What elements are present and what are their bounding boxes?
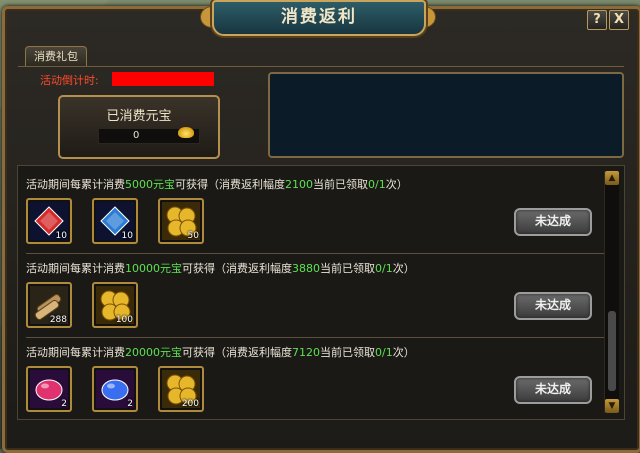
blue-orb-icon[interactable]: 2 bbox=[92, 366, 138, 412]
reward-condition-text: 活动期间每累计消费20000元宝可获得（消费返利幅度7120当前已领取0/1次） bbox=[26, 344, 415, 360]
reward-row: 活动期间每累计消费5000元宝可获得（消费返利幅度2100当前已领取0/1次） 1… bbox=[26, 170, 610, 254]
condition-mid: 可获得（消费返利幅度 bbox=[175, 178, 285, 191]
item-quantity: 2 bbox=[61, 399, 67, 409]
condition-claimed: 0/1 bbox=[375, 346, 393, 359]
scroll-bundle-icon[interactable]: 288 bbox=[26, 282, 72, 328]
item-quantity: 10 bbox=[121, 231, 133, 241]
gold-coins-icon[interactable]: 200 bbox=[158, 366, 204, 412]
condition-suffix: 当前已领取 bbox=[320, 346, 375, 359]
item-quantity: 10 bbox=[55, 231, 67, 241]
blue-gem-icon[interactable]: 10 bbox=[92, 198, 138, 244]
scroll-thumb[interactable] bbox=[608, 311, 616, 391]
condition-rate: 7120 bbox=[292, 346, 320, 359]
condition-claimed: 0/1 bbox=[368, 178, 386, 191]
condition-mid: 可获得（消费返利幅度 bbox=[182, 262, 292, 275]
item-quantity: 2 bbox=[127, 399, 133, 409]
condition-end: 次） bbox=[385, 178, 408, 191]
red-orb-icon[interactable]: 2 bbox=[26, 366, 72, 412]
scroll-up-arrow-icon[interactable]: ▲ bbox=[605, 171, 619, 185]
help-button[interactable]: ? bbox=[587, 10, 607, 30]
countdown-label: 活动倒计时: bbox=[40, 74, 99, 87]
condition-amount: 20000元宝 bbox=[125, 346, 182, 359]
reward-row: 活动期间每累计消费20000元宝可获得（消费返利幅度7120当前已领取0/1次）… bbox=[26, 338, 596, 422]
red-gem-icon[interactable]: 10 bbox=[26, 198, 72, 244]
item-quantity: 50 bbox=[187, 231, 199, 241]
spent-panel: 已消费元宝 0 bbox=[58, 95, 220, 159]
spent-title: 已消费元宝 bbox=[106, 109, 172, 124]
claim-status-button[interactable]: 未达成 bbox=[514, 376, 592, 404]
reward-row: 活动期间每累计消费10000元宝可获得（消费返利幅度3880当前已领取0/1次）… bbox=[26, 254, 610, 338]
condition-amount: 5000元宝 bbox=[125, 178, 175, 191]
spent-value: 0 bbox=[133, 130, 140, 141]
item-quantity: 288 bbox=[49, 315, 67, 325]
reward-list: 活动期间每累计消费5000元宝可获得（消费返利幅度2100当前已领取0/1次） 1… bbox=[17, 165, 625, 420]
countdown-value bbox=[112, 72, 214, 86]
item-quantity: 200 bbox=[181, 399, 199, 409]
condition-mid: 可获得（消费返利幅度 bbox=[182, 346, 292, 359]
scrollbar[interactable]: ▲ ▼ bbox=[604, 171, 619, 413]
condition-end: 次） bbox=[392, 346, 415, 359]
condition-prefix: 活动期间每累计消费 bbox=[26, 346, 125, 359]
gold-ingot-icon bbox=[178, 127, 194, 138]
description-panel bbox=[268, 72, 624, 158]
condition-amount: 10000元宝 bbox=[125, 262, 182, 275]
condition-rate: 2100 bbox=[285, 178, 313, 191]
condition-rate: 3880 bbox=[292, 262, 320, 275]
close-button[interactable]: X bbox=[609, 10, 629, 30]
window-title: 消费返利 bbox=[212, 0, 426, 36]
condition-prefix: 活动期间每累计消费 bbox=[26, 262, 125, 275]
condition-suffix: 当前已领取 bbox=[320, 262, 375, 275]
claim-status-button[interactable]: 未达成 bbox=[514, 208, 592, 236]
condition-claimed: 0/1 bbox=[375, 262, 393, 275]
gold-coins-icon[interactable]: 100 bbox=[92, 282, 138, 328]
tab-consume-gift[interactable]: 消费礼包 bbox=[25, 46, 87, 67]
condition-prefix: 活动期间每累计消费 bbox=[26, 178, 125, 191]
gold-coins-icon[interactable]: 50 bbox=[158, 198, 204, 244]
item-quantity: 100 bbox=[115, 315, 133, 325]
scroll-down-arrow-icon[interactable]: ▼ bbox=[605, 399, 619, 413]
claim-status-button[interactable]: 未达成 bbox=[514, 292, 592, 320]
tab-divider bbox=[18, 66, 624, 67]
reward-condition-text: 活动期间每累计消费5000元宝可获得（消费返利幅度2100当前已领取0/1次） bbox=[26, 176, 408, 192]
condition-end: 次） bbox=[392, 262, 415, 275]
reward-condition-text: 活动期间每累计消费10000元宝可获得（消费返利幅度3880当前已领取0/1次） bbox=[26, 260, 415, 276]
condition-suffix: 当前已领取 bbox=[313, 178, 368, 191]
